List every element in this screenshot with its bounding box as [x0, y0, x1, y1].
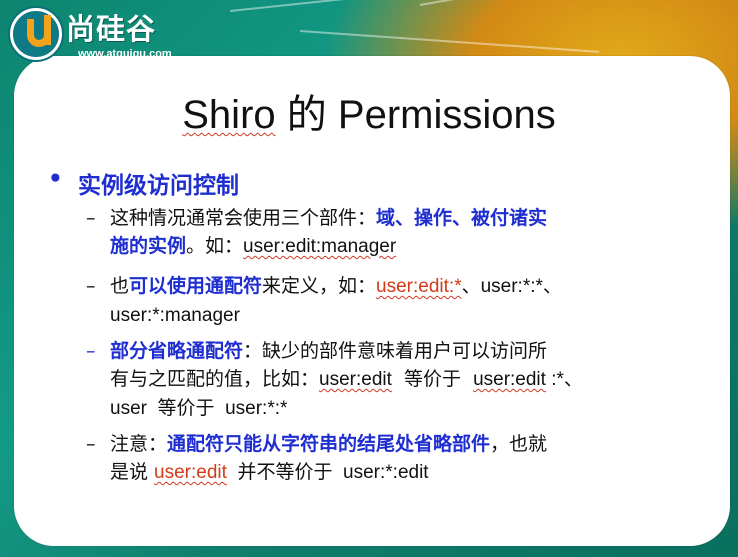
text: user 等价于 user:*:* [110, 398, 288, 419]
highlight-text: 可以使用通配符 [129, 275, 263, 297]
logo-name: 尚硅谷 [66, 12, 157, 46]
text: ，也就 [490, 433, 548, 455]
permission-string: user:edit:manager [243, 236, 397, 257]
text: 。如： [186, 235, 244, 257]
permission-string: user:edit [473, 369, 546, 390]
text: 有与之匹配的值，比如： [110, 368, 320, 390]
text: 等价于 [391, 368, 474, 390]
permission-string: 、user:*:*、 [461, 276, 562, 297]
logo-url: www.atguigu.com [78, 48, 172, 60]
highlight-text: 域、操作、被付诸实 [376, 207, 548, 229]
text: ：缺少的部件意味着用户可以访问所 [243, 340, 548, 362]
highlight-text: 施的实例 [110, 235, 187, 257]
dash-icon: – [86, 433, 96, 455]
text: 也 [110, 275, 130, 297]
highlight-text: 通配符只能从字符串的结尾处省略部件 [167, 433, 491, 455]
bullet-dot-icon: • [48, 166, 63, 192]
permission-string: user:*:manager [110, 305, 240, 326]
dash-icon: – [86, 207, 96, 229]
permission-string: user:edit [319, 369, 392, 390]
text: 注意： [110, 433, 168, 455]
permission-string: user:edit [154, 462, 227, 483]
dash-icon: – [86, 340, 96, 362]
logo-u-icon [10, 8, 62, 60]
permission-string: user:edit:* [376, 276, 462, 297]
permission-string: :*、 [545, 369, 583, 390]
text: 并不等价于 user:*:edit [226, 462, 429, 483]
bullet-heading-text: 实例级访问控制 [78, 173, 239, 199]
text: 来定义，如： [262, 275, 377, 297]
title-permissions: Permissions [337, 93, 556, 137]
title-de: 的 [286, 93, 327, 137]
title-shiro: Shiro [182, 93, 276, 137]
slide-title: Shiro 的 Permissions [0, 82, 738, 140]
text: 这种情况通常会使用三个部件： [110, 207, 377, 229]
highlight-text: 部分省略通配符 [110, 340, 244, 362]
dash-icon: – [86, 275, 96, 297]
text: 是说 [110, 461, 155, 483]
brand-logo: 尚硅谷 www.atguigu.com [6, 6, 206, 66]
